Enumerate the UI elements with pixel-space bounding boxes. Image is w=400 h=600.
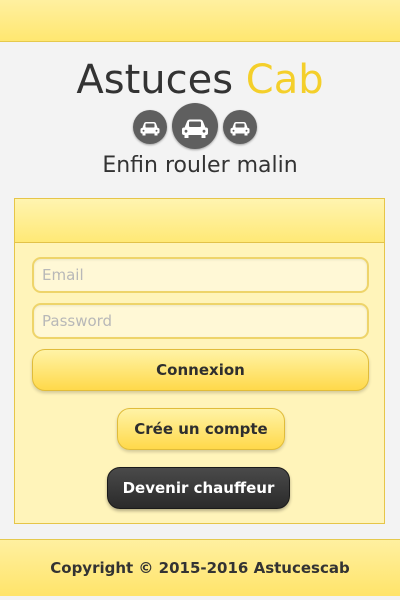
app-logo: Astuces Cab	[0, 56, 400, 104]
footer-copyright: Copyright © 2015-2016 Astucescab	[0, 539, 400, 596]
login-panel: Connexion Crée un compte Devenir chauffe…	[14, 198, 385, 524]
car-icons-group	[0, 103, 400, 149]
logo-text-accent: Cab	[245, 57, 324, 103]
password-input[interactable]	[32, 303, 369, 339]
logo-text-main: Astuces	[76, 57, 234, 103]
become-driver-button[interactable]: Devenir chauffeur	[107, 467, 290, 509]
top-bar	[0, 0, 400, 42]
panel-header	[15, 199, 384, 243]
connexion-button[interactable]: Connexion	[32, 349, 369, 391]
car-icon	[133, 110, 167, 144]
car-icon	[223, 110, 257, 144]
create-account-button[interactable]: Crée un compte	[117, 408, 285, 450]
car-icon	[172, 103, 218, 149]
tagline: Enfin rouler malin	[102, 153, 298, 178]
email-input[interactable]	[32, 257, 369, 293]
